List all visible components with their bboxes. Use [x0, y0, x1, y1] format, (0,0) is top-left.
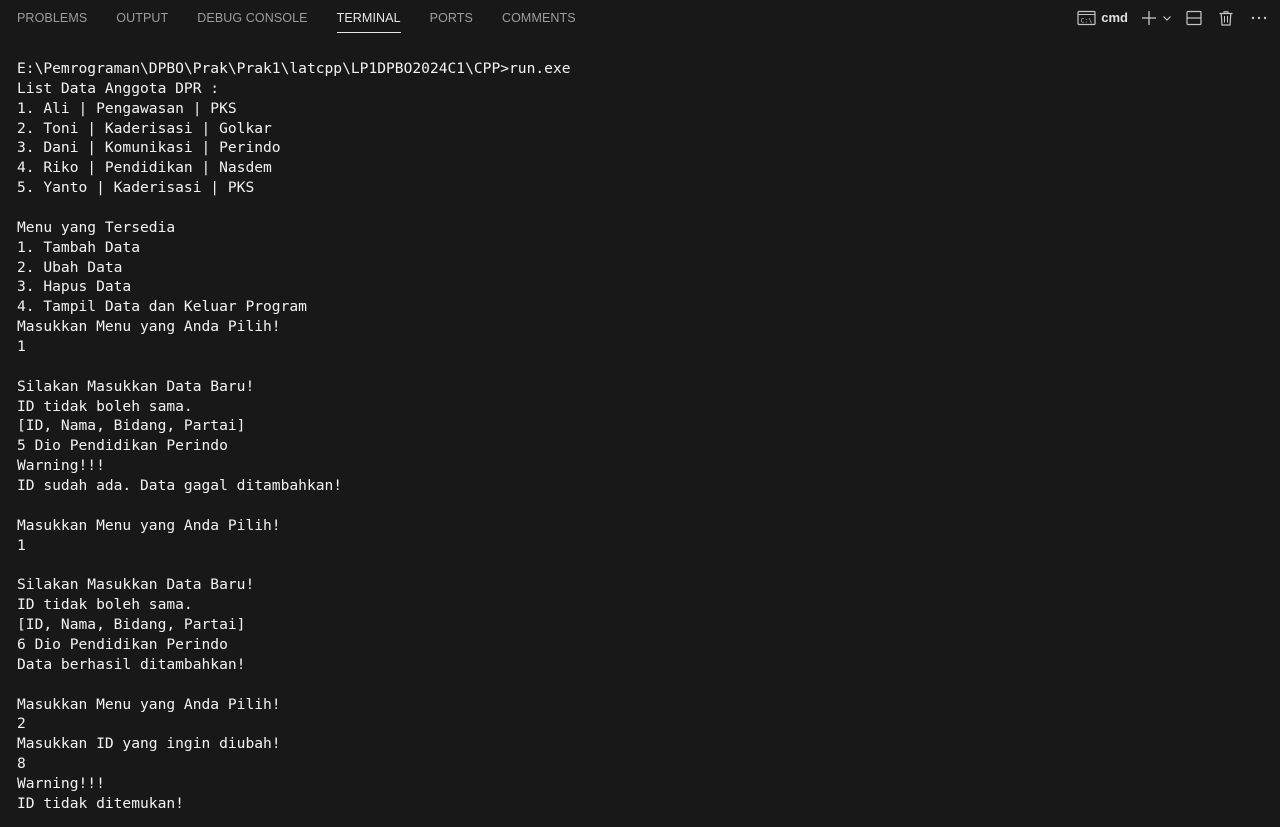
- terminal-line: Masukkan Menu yang Anda Pilih!: [17, 695, 281, 713]
- terminal-output[interactable]: E:\Pemrograman\DPBO\Prak\Prak1\latcpp\LP…: [17, 59, 1267, 814]
- terminal-line: Warning!!!: [17, 457, 105, 475]
- panel-actions: C:\ cmd: [1077, 0, 1280, 35]
- split-icon: [1186, 10, 1202, 26]
- terminal-line: 5 Dio Pendidikan Perindo: [17, 437, 228, 455]
- more-actions-button[interactable]: [1250, 7, 1268, 29]
- trash-icon: [1218, 10, 1234, 26]
- terminal-line: Menu yang Tersedia: [17, 218, 176, 236]
- terminal-line: 1: [17, 536, 26, 554]
- terminal-line: Masukkan Menu yang Anda Pilih!: [17, 318, 281, 336]
- terminal-line: ID tidak boleh sama.: [17, 397, 193, 415]
- terminal-line: 2. Toni | Kaderisasi | Golkar: [17, 119, 272, 137]
- plus-icon: [1140, 9, 1158, 27]
- terminal-line: 2: [17, 715, 26, 733]
- terminal-line: 6 Dio Pendidikan Perindo: [17, 635, 228, 653]
- tab-problems[interactable]: PROBLEMS: [8, 0, 96, 35]
- tab-terminal[interactable]: TERMINAL: [328, 0, 410, 35]
- terminal-line: [ID, Nama, Bidang, Partai]: [17, 417, 246, 435]
- terminal-line: 1. Tambah Data: [17, 238, 141, 256]
- terminal-line: ID tidak ditemukan!: [17, 794, 184, 812]
- kill-terminal-button[interactable]: [1218, 7, 1234, 29]
- terminal-line: 3. Hapus Data: [17, 278, 132, 296]
- terminal-line: 3. Dani | Komunikasi | Perindo: [17, 139, 281, 157]
- terminal-line: Warning!!!: [17, 774, 105, 792]
- terminal-line: 1: [17, 338, 26, 356]
- terminal-line: 8: [17, 755, 26, 773]
- terminal-line: 4. Riko | Pendidikan | Nasdem: [17, 159, 272, 177]
- tab-ports[interactable]: PORTS: [421, 0, 482, 35]
- terminal-line: ID sudah ada. Data gagal ditambahkan!: [17, 477, 343, 495]
- terminal-line: ID tidak boleh sama.: [17, 596, 193, 614]
- tab-output[interactable]: OUTPUT: [107, 0, 177, 35]
- split-terminal-button[interactable]: [1186, 7, 1202, 29]
- terminal-line: 2. Ubah Data: [17, 258, 123, 276]
- tab-comments[interactable]: COMMENTS: [493, 0, 585, 35]
- panel-tabs: PROBLEMS OUTPUT DEBUG CONSOLE TERMINAL P…: [0, 0, 596, 35]
- panel-tab-bar: PROBLEMS OUTPUT DEBUG CONSOLE TERMINAL P…: [0, 0, 1280, 35]
- svg-text:C:\: C:\: [1081, 16, 1093, 24]
- terminal-profile-button[interactable]: C:\ cmd: [1077, 7, 1128, 29]
- terminal-line: E:\Pemrograman\DPBO\Prak\Prak1\latcpp\LP…: [17, 60, 571, 77]
- terminal-line: Silakan Masukkan Data Baru!: [17, 377, 255, 395]
- terminal-line: Data berhasil ditambahkan!: [17, 655, 246, 673]
- terminal-icon: C:\: [1077, 10, 1096, 26]
- chevron-down-icon: [1162, 13, 1172, 23]
- tab-debug-console[interactable]: DEBUG CONSOLE: [188, 0, 316, 35]
- terminal-line: [ID, Nama, Bidang, Partai]: [17, 616, 246, 634]
- more-icon: [1250, 10, 1268, 26]
- terminal-line: 5. Yanto | Kaderisasi | PKS: [17, 179, 255, 197]
- terminal-line: Silakan Masukkan Data Baru!: [17, 576, 255, 594]
- new-terminal-button[interactable]: [1140, 7, 1158, 29]
- terminal-line: 4. Tampil Data dan Keluar Program: [17, 298, 307, 316]
- terminal-line: 1. Ali | Pengawasan | PKS: [17, 99, 237, 117]
- terminal-line: Masukkan Menu yang Anda Pilih!: [17, 516, 281, 534]
- terminal-line: List Data Anggota DPR :: [17, 79, 220, 97]
- launch-profile-dropdown[interactable]: [1162, 7, 1172, 29]
- terminal-profile-label: cmd: [1101, 10, 1128, 25]
- terminal-line: Masukkan ID yang ingin diubah!: [17, 735, 281, 753]
